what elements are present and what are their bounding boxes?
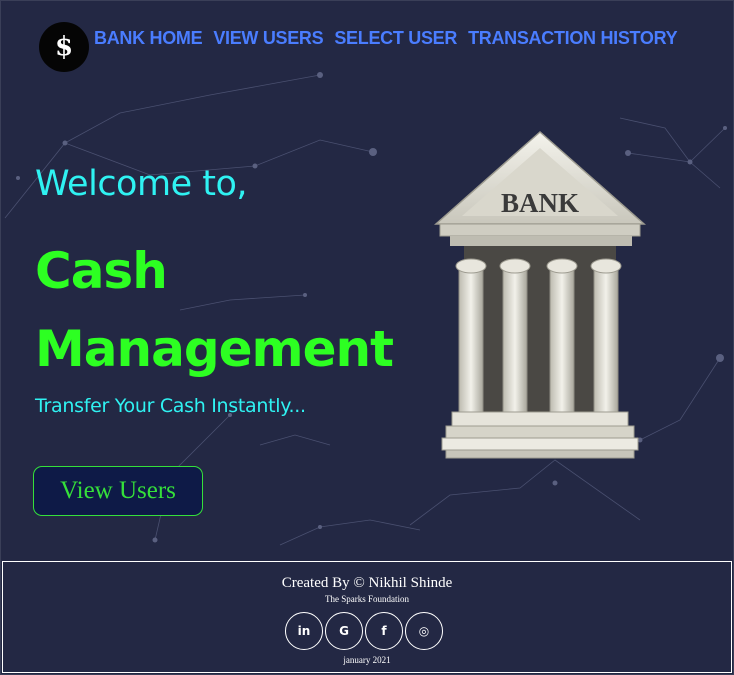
nav-link-select-user[interactable]: SELECT USER: [334, 28, 457, 49]
footer-date: january 2021: [343, 655, 391, 665]
page-title: Cash Management: [35, 232, 394, 388]
title-line-1: Cash: [35, 242, 168, 300]
dollar-logo-icon[interactable]: $: [39, 22, 89, 72]
footer-org: The Sparks Foundation: [325, 594, 409, 604]
view-users-button[interactable]: View Users: [33, 466, 203, 516]
nav-link-transaction-history[interactable]: TRANSACTION HISTORY: [468, 28, 678, 49]
google-icon[interactable]: G: [325, 612, 363, 650]
bank-sign: BANK: [501, 188, 579, 218]
bank-building-illustration: BANK: [434, 130, 646, 459]
tagline: Transfer Your Cash Instantly...: [35, 395, 306, 417]
nav-link-view-users[interactable]: VIEW USERS: [213, 28, 323, 49]
footer-credit: Created By © Nikhil Shinde: [281, 575, 453, 591]
linkedin-icon[interactable]: in: [285, 612, 323, 650]
welcome-heading: Welcome to,: [35, 164, 248, 204]
facebook-icon[interactable]: f: [365, 612, 403, 650]
top-nav: $ BANK HOME VIEW USERS SELECT USER TRANS…: [39, 22, 678, 72]
instagram-icon[interactable]: ◎: [405, 612, 443, 650]
nav-links: BANK HOME VIEW USERS SELECT USER TRANSAC…: [94, 28, 678, 49]
social-links: in G f ◎: [0, 612, 731, 650]
title-line-2: Management: [35, 320, 394, 378]
nav-link-bank-home[interactable]: BANK HOME: [94, 28, 203, 49]
footer: Created By © Nikhil Shinde The Sparks Fo…: [2, 561, 732, 673]
